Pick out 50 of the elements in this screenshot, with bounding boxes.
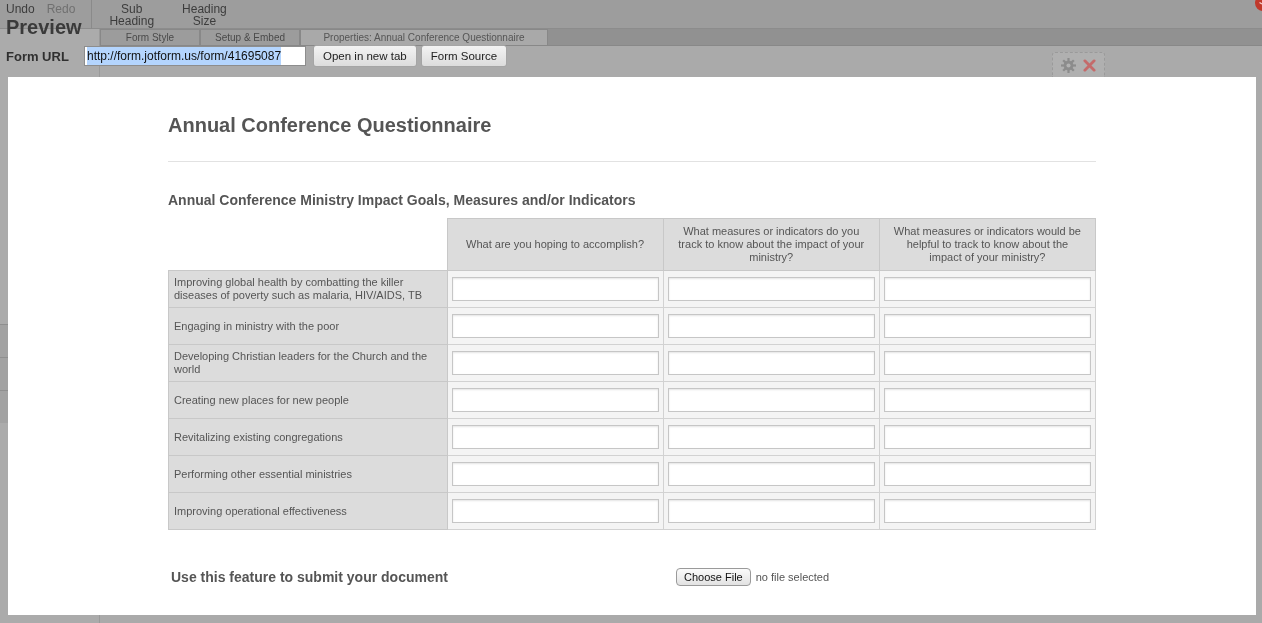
answer-field[interactable] bbox=[667, 499, 875, 523]
answer-field[interactable] bbox=[451, 425, 659, 449]
form-title: Annual Conference Questionnaire bbox=[168, 113, 492, 138]
choose-file-button[interactable]: Choose File bbox=[676, 568, 751, 586]
row-label: Creating new places for new people bbox=[168, 381, 447, 419]
row-label: Improving global health by combatting the killer diseases of poverty such as malaria, HIV/AIDS, TB bbox=[168, 270, 447, 308]
column-header: What measures or indicators would be helpful to track to know about the impact of your ministry? bbox=[879, 218, 1096, 271]
settings-icon[interactable] bbox=[1061, 57, 1077, 73]
form-url-label: Form URL bbox=[6, 48, 70, 64]
answer-field[interactable] bbox=[883, 499, 1091, 523]
answer-field[interactable] bbox=[883, 314, 1091, 338]
answer-field[interactable] bbox=[667, 425, 875, 449]
answer-field[interactable] bbox=[883, 351, 1091, 375]
toolbar-button[interactable]: Heading Size bbox=[182, 0, 227, 27]
close-icon[interactable] bbox=[1254, 0, 1262, 12]
toolbar-button[interactable]: Undo bbox=[6, 0, 35, 15]
answer-field[interactable] bbox=[451, 388, 659, 412]
answer-field[interactable] bbox=[667, 351, 875, 375]
url-field[interactable]: http://form.jotform.us/form/41695087 bbox=[84, 46, 306, 66]
upload-label: Use this feature to submit your document bbox=[171, 569, 449, 585]
answer-field[interactable] bbox=[451, 351, 659, 375]
column-header: What measures or indicators do you track to know about the impact of your ministry? bbox=[663, 218, 880, 271]
row-label: Developing Christian leaders for the Church and the world bbox=[168, 344, 447, 382]
answer-field[interactable] bbox=[883, 462, 1091, 486]
tab[interactable]: Setup & Embed bbox=[200, 29, 300, 45]
row-label: Performing other essential ministries bbox=[168, 455, 447, 493]
answer-field[interactable] bbox=[667, 462, 875, 486]
answer-field[interactable] bbox=[451, 499, 659, 523]
row-label: Improving operational effectiveness bbox=[168, 492, 447, 530]
preview-button[interactable]: Form Source bbox=[420, 45, 508, 67]
answer-field[interactable] bbox=[667, 388, 875, 412]
answer-field[interactable] bbox=[451, 277, 659, 301]
tab[interactable]: Form Style bbox=[100, 29, 200, 45]
answer-field[interactable] bbox=[883, 388, 1091, 412]
close-icon[interactable] bbox=[1082, 58, 1096, 72]
answer-field[interactable] bbox=[883, 425, 1091, 449]
column-header: What are you hoping to accomplish? bbox=[447, 218, 664, 271]
row-label: Revitalizing existing congregations bbox=[168, 418, 447, 456]
tab[interactable]: Properties: Annual Conference Questionnaire bbox=[300, 29, 548, 45]
matrix-title: Annual Conference Ministry Impact Goals, Measures and/or Indicators bbox=[168, 191, 636, 209]
row-label: Engaging in ministry with the poor bbox=[168, 307, 447, 345]
answer-field[interactable] bbox=[451, 314, 659, 338]
preview-button[interactable]: Open in new tab bbox=[313, 45, 417, 67]
toolbar-button[interactable]: Sub Heading bbox=[109, 0, 155, 27]
answer-field[interactable] bbox=[451, 462, 659, 486]
preview-title: Preview bbox=[6, 16, 82, 38]
answer-field[interactable] bbox=[883, 277, 1091, 301]
file-status: no file selected bbox=[755, 571, 830, 583]
answer-field[interactable] bbox=[667, 314, 875, 338]
answer-field[interactable] bbox=[667, 277, 875, 301]
